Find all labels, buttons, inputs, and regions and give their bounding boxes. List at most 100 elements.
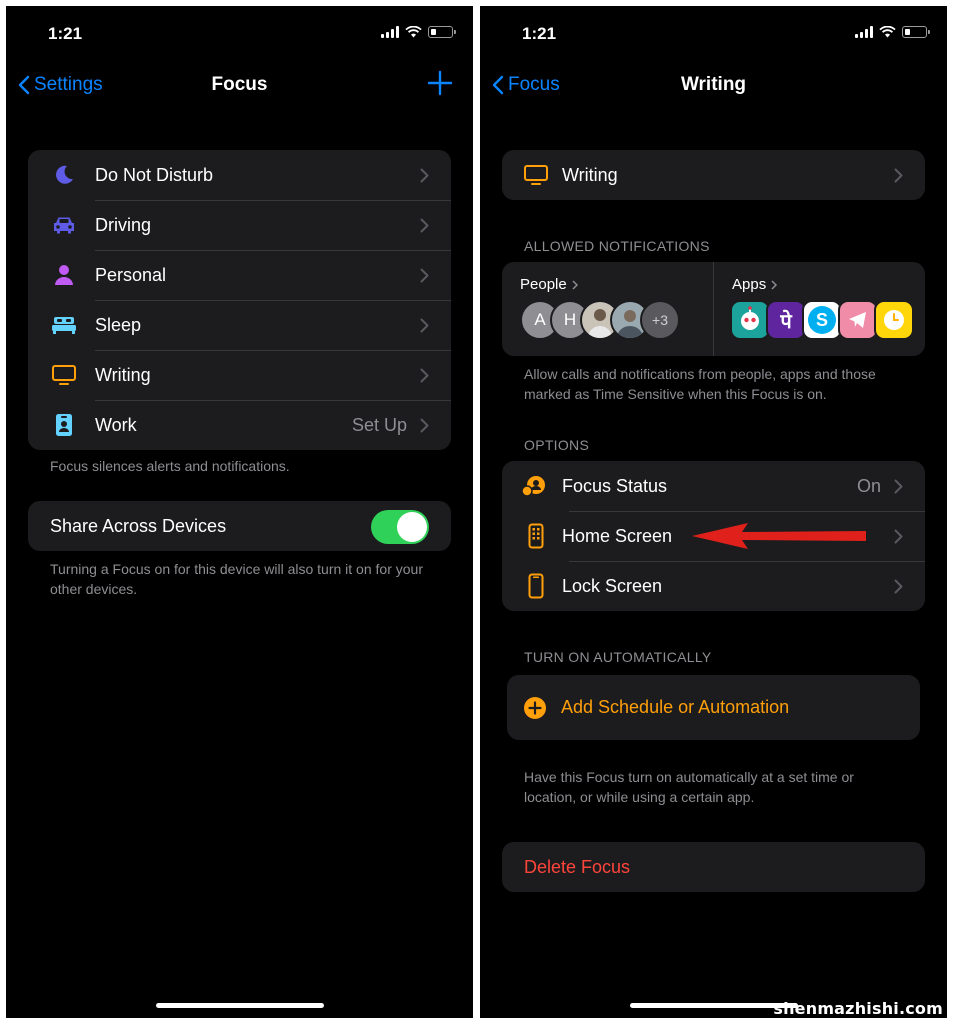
focus-footer: Focus silences alerts and notifications. <box>50 458 290 474</box>
home-indicator[interactable] <box>155 1003 324 1008</box>
focus-item-label: Writing <box>95 364 151 385</box>
chevron-right-icon <box>420 368 429 382</box>
share-across-devices-toggle[interactable] <box>371 510 429 544</box>
chevron-right-icon <box>771 279 778 290</box>
delete-focus-label: Delete Focus <box>524 856 631 877</box>
focus-item-label: Personal <box>95 264 167 285</box>
people-title: People <box>520 276 567 293</box>
telegram-app-icon <box>838 300 878 340</box>
cellular-signal-icon <box>855 26 873 38</box>
focus-name-label: Writing <box>562 164 618 185</box>
allowed-footer: Allow calls and notifications from peopl… <box>524 366 876 402</box>
apps-title: Apps <box>732 276 767 293</box>
share-across-devices-row: Share Across Devices <box>28 501 451 551</box>
moon-icon <box>50 161 78 189</box>
allowed-notifications-header: ALLOWED NOTIFICATIONS <box>524 238 710 254</box>
delete-focus-button[interactable]: Delete Focus <box>502 842 925 892</box>
focus-item-driving[interactable]: Driving <box>28 200 451 250</box>
monitor-icon <box>522 161 550 189</box>
home-screen-row[interactable]: Home Screen <box>502 511 925 561</box>
option-label: Lock Screen <box>562 575 663 596</box>
focus-name-group: Writing <box>502 150 925 200</box>
share-label: Share Across Devices <box>50 515 227 536</box>
add-schedule-button[interactable]: Add Schedule or Automation <box>507 675 920 740</box>
apps-allowed-button[interactable]: Apps पे S <box>713 262 925 356</box>
back-label: Focus <box>508 74 560 95</box>
car-icon <box>50 211 78 239</box>
back-button[interactable]: Focus <box>492 74 560 96</box>
battery-icon <box>902 26 930 38</box>
chevron-right-icon <box>894 168 903 182</box>
bed-icon <box>50 311 78 339</box>
home-indicator[interactable] <box>629 1003 798 1008</box>
automation-footer: Have this Focus turn on automatically at… <box>524 769 854 805</box>
plus-circle-icon <box>521 694 549 722</box>
focus-item-do-not-disturb[interactable]: Do Not Disturb <box>28 150 451 200</box>
phonepe-app-icon: पे <box>766 300 806 340</box>
chevron-left-icon <box>18 75 30 95</box>
allowed-notifications-group: People A H +3 Apps पे S <box>502 262 925 356</box>
nav-bar: Settings Focus <box>6 62 473 106</box>
focus-status-row[interactable]: Focus Status On <box>502 461 925 511</box>
wifi-icon <box>405 26 422 38</box>
chevron-right-icon <box>420 318 429 332</box>
skype-app-icon: S <box>802 300 842 340</box>
chevron-left-icon <box>492 75 504 95</box>
add-schedule-label: Add Schedule or Automation <box>561 697 790 717</box>
focus-list: Do Not Disturb Driving Personal Sleep Wr… <box>28 150 451 450</box>
annotation-arrow-icon <box>692 523 866 549</box>
focus-item-sleep[interactable]: Sleep <box>28 300 451 350</box>
automation-group: Add Schedule or Automation <box>507 675 920 740</box>
focus-item-label: Work <box>95 414 137 435</box>
focus-name-row[interactable]: Writing <box>502 150 925 200</box>
people-avatars: A H +3 <box>520 300 680 340</box>
chevron-right-icon <box>420 268 429 282</box>
people-allowed-button[interactable]: People A H +3 <box>502 262 713 356</box>
focus-status-value: On <box>856 475 881 496</box>
lock-screen-icon <box>522 572 550 600</box>
robot-app-icon <box>730 300 770 340</box>
back-button[interactable]: Settings <box>18 74 103 96</box>
share-footer: Turning a Focus on for this device will … <box>50 561 423 597</box>
back-label: Settings <box>34 74 103 95</box>
status-time: 1:21 <box>48 24 83 43</box>
option-label: Home Screen <box>562 525 673 546</box>
focus-item-work[interactable]: Work Set Up <box>28 400 451 450</box>
options-group: Focus Status On Home Screen Lock Screen <box>502 461 925 611</box>
focus-item-writing[interactable]: Writing <box>28 350 451 400</box>
work-setup-value: Set Up <box>351 414 407 435</box>
options-header: OPTIONS <box>524 437 590 453</box>
wifi-icon <box>879 26 896 38</box>
add-focus-button[interactable] <box>427 70 453 96</box>
allowed-apps: पे S <box>730 300 914 340</box>
status-bar: 1:21 <box>480 6 947 62</box>
cellular-signal-icon <box>381 26 399 38</box>
chevron-right-icon <box>420 418 429 432</box>
person-icon <box>50 261 78 289</box>
status-time: 1:21 <box>522 24 557 43</box>
nav-bar: Focus Writing <box>480 62 947 106</box>
turn-on-automatically-header: TURN ON AUTOMATICALLY <box>524 649 712 665</box>
chevron-right-icon <box>894 579 903 593</box>
skype-glyph: S <box>808 306 836 334</box>
focus-item-label: Do Not Disturb <box>95 164 214 185</box>
focus-status-icon <box>520 472 548 500</box>
status-bar: 1:21 <box>6 6 473 62</box>
chevron-right-icon <box>572 279 578 290</box>
lock-screen-row[interactable]: Lock Screen <box>502 561 925 611</box>
focus-item-personal[interactable]: Personal <box>28 250 451 300</box>
monitor-icon <box>50 361 78 389</box>
focus-item-label: Sleep <box>95 314 142 335</box>
share-group: Share Across Devices <box>28 501 451 551</box>
chevron-right-icon <box>420 168 429 182</box>
battery-icon <box>428 26 456 38</box>
option-label: Focus Status <box>562 475 668 496</box>
writing-focus-screen: 1:21 Focus Writing Writing ALLOWED NOTIF… <box>480 6 947 1018</box>
delete-group: Delete Focus <box>502 842 925 892</box>
focus-item-label: Driving <box>95 214 152 235</box>
chevron-right-icon <box>894 529 903 543</box>
home-screen-icon <box>522 522 550 550</box>
chevron-right-icon <box>420 218 429 232</box>
watermark: shenmazhishi.com <box>773 999 943 1018</box>
chevron-right-icon <box>894 479 903 493</box>
